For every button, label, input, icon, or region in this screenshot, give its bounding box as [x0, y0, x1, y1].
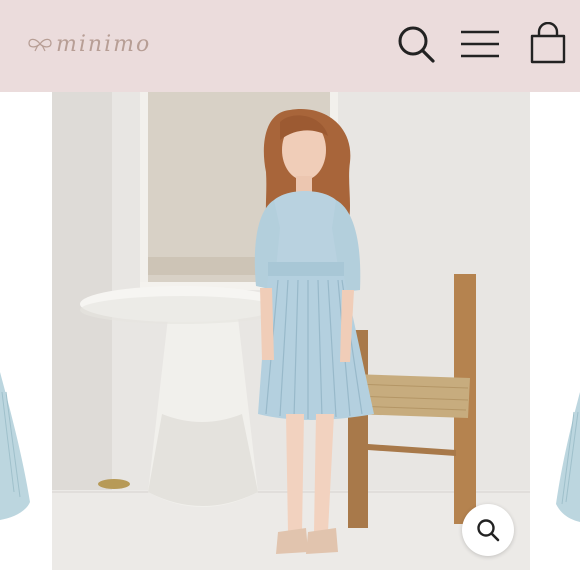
next-slide-preview[interactable]: [534, 92, 580, 580]
product-image-gallery[interactable]: [0, 92, 580, 580]
previous-slide-preview[interactable]: [0, 92, 46, 580]
hamburger-menu-icon[interactable]: [458, 22, 502, 66]
brand-logo[interactable]: minimo: [26, 28, 151, 60]
zoom-button[interactable]: [462, 504, 514, 556]
bow-icon: [28, 38, 52, 52]
shopping-bag-icon[interactable]: [526, 22, 570, 66]
search-icon[interactable]: [394, 22, 438, 66]
site-header: minimo: [0, 0, 580, 92]
brand-name: minimo: [56, 31, 152, 57]
girl-in-blue-pleated-dress-photo: [52, 92, 530, 570]
zoom-magnifier-icon: [477, 519, 500, 542]
